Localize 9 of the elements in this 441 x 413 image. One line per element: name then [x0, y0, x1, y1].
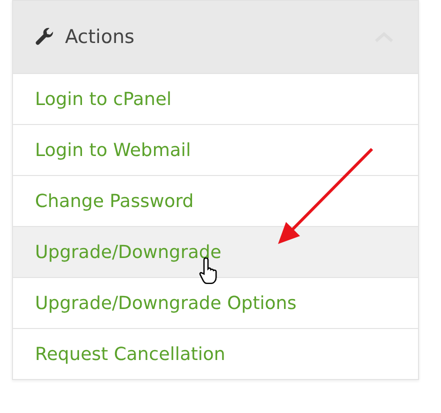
panel-title: Actions	[65, 26, 136, 48]
action-link[interactable]: Change Password	[13, 175, 418, 226]
action-link[interactable]: Upgrade/Downgrade Options	[13, 277, 418, 328]
action-link[interactable]: Login to Webmail	[13, 124, 418, 175]
panel-header[interactable]: Actions	[13, 1, 418, 73]
action-link[interactable]: Request Cancellation	[13, 328, 418, 379]
action-link[interactable]: Upgrade/Downgrade	[13, 226, 418, 277]
wrench-icon	[35, 27, 55, 47]
action-link[interactable]: Login to cPanel	[13, 73, 418, 124]
